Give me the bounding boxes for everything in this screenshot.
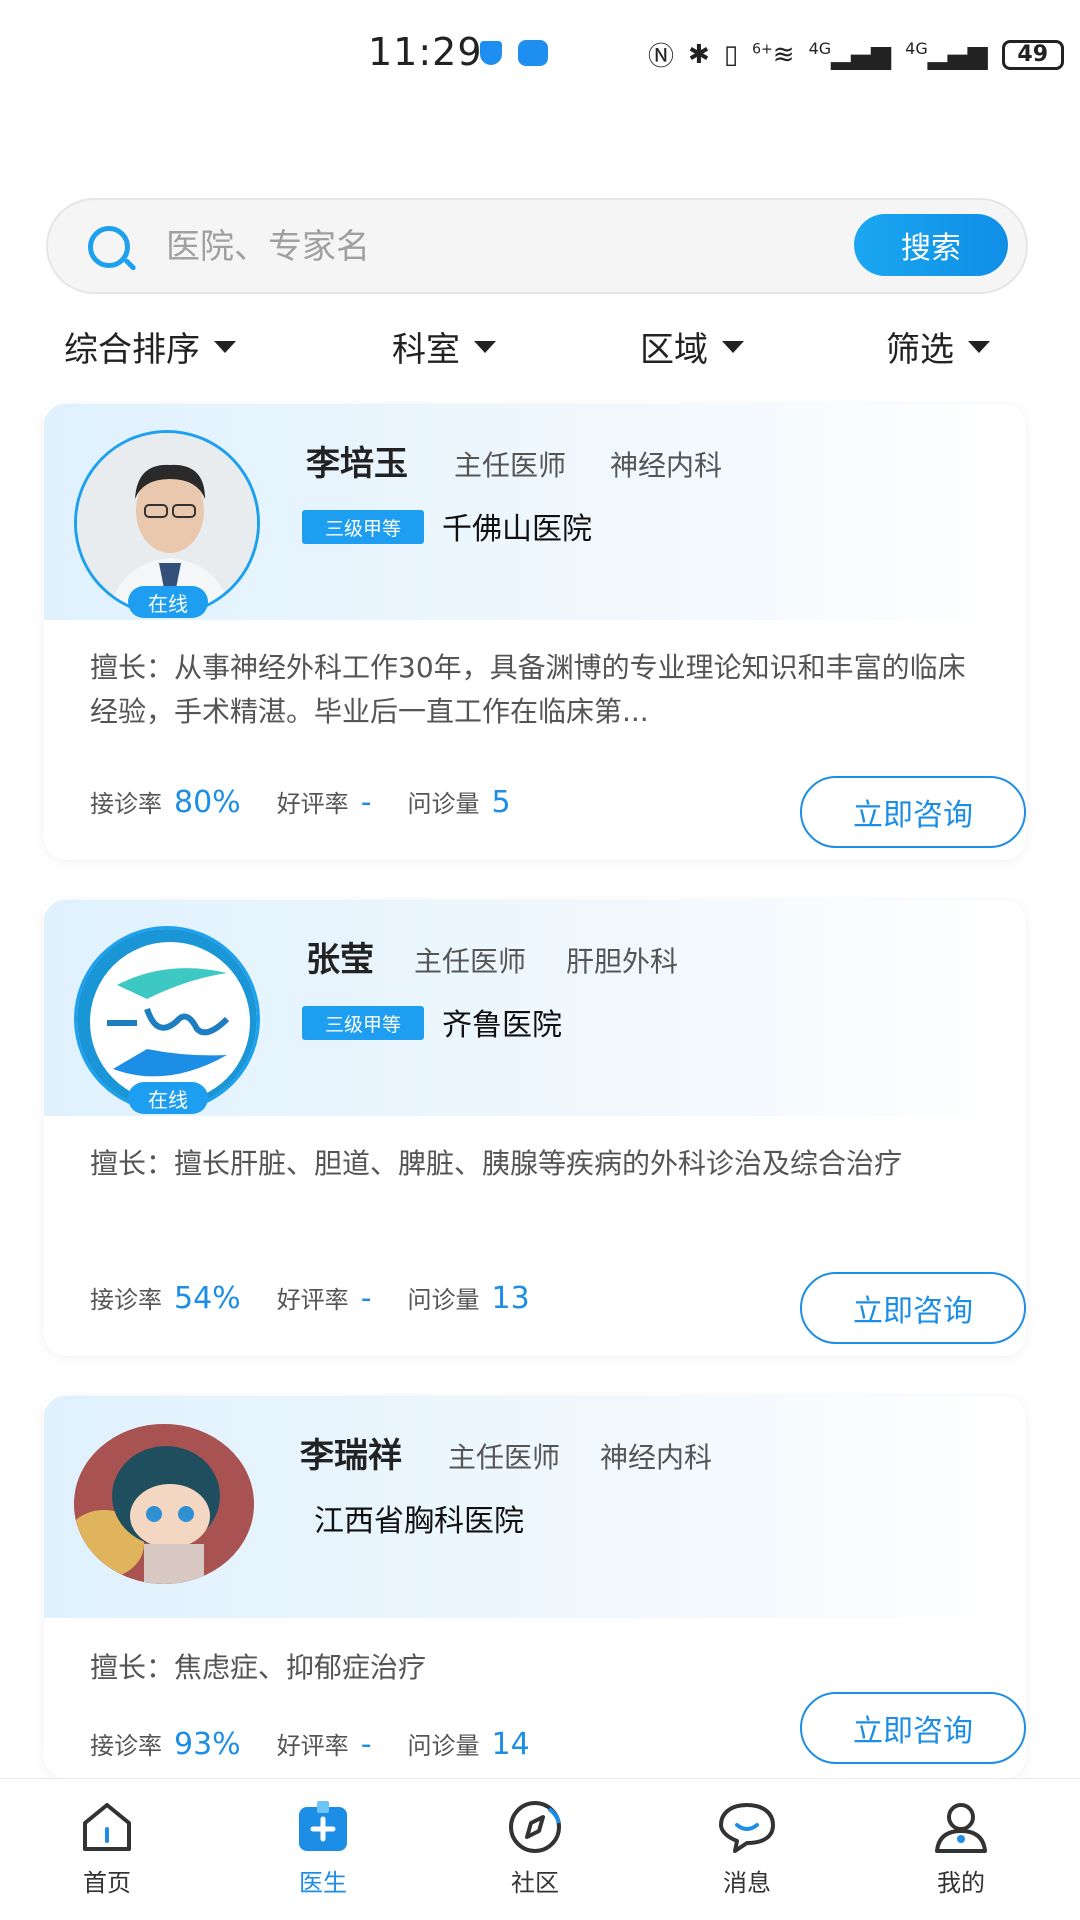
status-bar: 11:29 Ⓝ ✱ ▯ 6+≋ 4G▂▄▆ 4G▂▄▆ 49 bbox=[0, 0, 1080, 110]
hospital-grade-badge: 三级甲等 bbox=[302, 510, 424, 544]
nav-label: 我的 bbox=[937, 1869, 985, 1897]
status-time: 11:29 bbox=[368, 30, 483, 74]
wifi-icon: 6+≋ bbox=[752, 39, 795, 70]
bottom-nav: 首页 医生 社区 消息 我的 bbox=[0, 1778, 1080, 1920]
nav-community[interactable]: 社区 bbox=[480, 1799, 590, 1898]
message-icon bbox=[719, 1803, 775, 1853]
network-label-1: 4G bbox=[808, 38, 832, 58]
accept-rate-label: 接诊率 bbox=[90, 1286, 162, 1314]
profile-icon bbox=[935, 1803, 987, 1853]
nav-messages[interactable]: 消息 bbox=[692, 1799, 802, 1898]
praise-rate-value: - bbox=[360, 1281, 372, 1316]
chat-notification-icon bbox=[518, 40, 548, 66]
praise-rate-label: 好评率 bbox=[276, 790, 349, 818]
caret-down-icon bbox=[968, 340, 990, 353]
nav-label: 医生 bbox=[299, 1869, 347, 1897]
nav-home[interactable]: 首页 bbox=[52, 1799, 162, 1898]
doctor-stats: 接诊率 54% 好评率 - 问诊量 13 bbox=[90, 1280, 566, 1316]
compass-icon bbox=[509, 1801, 561, 1853]
praise-rate-label: 好评率 bbox=[276, 1732, 349, 1760]
hospital-name: 齐鲁医院 bbox=[442, 1008, 562, 1043]
doctor-card[interactable]: 在线 李培玉 主任医师 神经内科 三级甲等 千佛山医院 擅长：从事神经外科工作3… bbox=[44, 404, 1026, 860]
doctor-avatar bbox=[74, 1424, 254, 1584]
signal-icon-1: 4G▂▄▆ bbox=[808, 38, 892, 71]
battery-level: 49 bbox=[1017, 42, 1049, 67]
consult-button[interactable]: 立即咨询 bbox=[800, 1272, 1026, 1344]
filter-label: 科室 bbox=[392, 330, 460, 370]
doctor-department: 肝胆外科 bbox=[566, 945, 679, 978]
nav-label: 消息 bbox=[723, 1869, 771, 1897]
consult-button[interactable]: 立即咨询 bbox=[800, 1692, 1026, 1764]
doctor-stats: 接诊率 93% 好评率 - 问诊量 14 bbox=[90, 1726, 566, 1762]
hospital-name: 千佛山医院 bbox=[442, 512, 592, 547]
shield-icon bbox=[480, 41, 502, 65]
battery-icon: 49 bbox=[1001, 39, 1064, 70]
accept-rate-label: 接诊率 bbox=[90, 1732, 162, 1760]
filter-label: 综合排序 bbox=[64, 330, 200, 370]
filter-sort[interactable]: 综合排序 bbox=[64, 322, 236, 371]
doctor-name: 李培玉 bbox=[306, 444, 408, 484]
online-badge: 在线 bbox=[128, 1082, 208, 1114]
search-input[interactable] bbox=[166, 220, 726, 274]
filter-region[interactable]: 区域 bbox=[640, 322, 744, 371]
consult-button[interactable]: 立即咨询 bbox=[800, 776, 1026, 848]
search-button[interactable]: 搜索 bbox=[854, 214, 1008, 276]
doctor-title: 主任医师 bbox=[454, 449, 567, 482]
consult-count-label: 问诊量 bbox=[407, 1732, 480, 1760]
cartoon-avatar-icon bbox=[74, 1424, 254, 1584]
consult-count-value: 14 bbox=[491, 1727, 530, 1762]
consult-count-label: 问诊量 bbox=[407, 790, 480, 818]
praise-rate-value: - bbox=[360, 1727, 372, 1762]
filter-label: 筛选 bbox=[886, 330, 954, 370]
doctor-card[interactable]: 在线 张莹 主任医师 肝胆外科 三级甲等 齐鲁医院 擅长：擅长肝脏、胆道、脾脏、… bbox=[44, 900, 1026, 1356]
praise-rate-value: - bbox=[360, 785, 372, 820]
consult-count-value: 5 bbox=[491, 785, 511, 820]
consult-count-label: 问诊量 bbox=[407, 1286, 480, 1314]
filter-department[interactable]: 科室 bbox=[392, 322, 496, 371]
doctor-specialty: 擅长：焦虑症、抑郁症治疗 bbox=[90, 1651, 427, 1684]
filter-bar: 综合排序 科室 区域 筛选 bbox=[0, 322, 1080, 378]
network-label-2: 4G bbox=[905, 38, 928, 58]
accept-rate-value: 80% bbox=[174, 785, 241, 820]
home-icon bbox=[83, 1803, 131, 1851]
hospital-name: 江西省胸科医院 bbox=[314, 1504, 524, 1539]
doctor-department: 神经内科 bbox=[610, 449, 723, 482]
doctor-stats: 接诊率 80% 好评率 - 问诊量 5 bbox=[90, 784, 547, 820]
accept-rate-value: 54% bbox=[174, 1281, 241, 1316]
caret-down-icon bbox=[722, 340, 744, 353]
notification-icons bbox=[480, 40, 548, 66]
doctor-department: 神经内科 bbox=[600, 1441, 713, 1474]
status-indicators: Ⓝ ✱ ▯ 6+≋ 4G▂▄▆ 4G▂▄▆ 49 bbox=[648, 36, 1064, 73]
doctor-specialty: 擅长：从事神经外科工作30年，具备渊博的专业理论知识和丰富的临床经验，手术精湛。… bbox=[90, 651, 966, 728]
accept-rate-label: 接诊率 bbox=[90, 790, 162, 818]
nfc-icon: Ⓝ bbox=[648, 42, 675, 72]
doctor-specialty: 擅长：擅长肝脏、胆道、脾脏、胰腺等疾病的外科诊治及综合治疗 bbox=[90, 1147, 903, 1180]
search-icon bbox=[88, 226, 130, 268]
caret-down-icon bbox=[214, 340, 236, 353]
online-badge: 在线 bbox=[128, 586, 208, 618]
doctor-title: 主任医师 bbox=[414, 945, 527, 978]
bluetooth-icon: ✱ bbox=[688, 39, 710, 70]
vibrate-icon: ▯ bbox=[723, 39, 739, 70]
filter-more[interactable]: 筛选 bbox=[886, 322, 990, 371]
accept-rate-value: 93% bbox=[174, 1727, 241, 1762]
consult-count-value: 13 bbox=[491, 1281, 530, 1316]
nav-doctor[interactable]: 医生 bbox=[268, 1799, 378, 1898]
wifi-label: 6+ bbox=[752, 40, 773, 57]
filter-label: 区域 bbox=[640, 330, 708, 370]
signal-icon-2: 4G▂▄▆ bbox=[905, 38, 988, 71]
hospital-grade-badge: 三级甲等 bbox=[302, 1006, 424, 1040]
doctor-name: 张莹 bbox=[306, 940, 374, 980]
nav-label: 首页 bbox=[83, 1869, 131, 1897]
caret-down-icon bbox=[474, 340, 496, 353]
doctor-icon bbox=[299, 1801, 347, 1851]
nav-label: 社区 bbox=[511, 1869, 559, 1897]
doctor-card[interactable]: 李瑞祥 主任医师 神经内科 江西省胸科医院 擅长：焦虑症、抑郁症治疗 接诊率 9… bbox=[44, 1396, 1026, 1778]
doctor-name: 李瑞祥 bbox=[300, 1436, 402, 1476]
doctor-title: 主任医师 bbox=[448, 1441, 561, 1474]
nav-profile[interactable]: 我的 bbox=[906, 1799, 1016, 1898]
praise-rate-label: 好评率 bbox=[276, 1286, 349, 1314]
search-bar[interactable]: 搜索 bbox=[46, 198, 1028, 294]
